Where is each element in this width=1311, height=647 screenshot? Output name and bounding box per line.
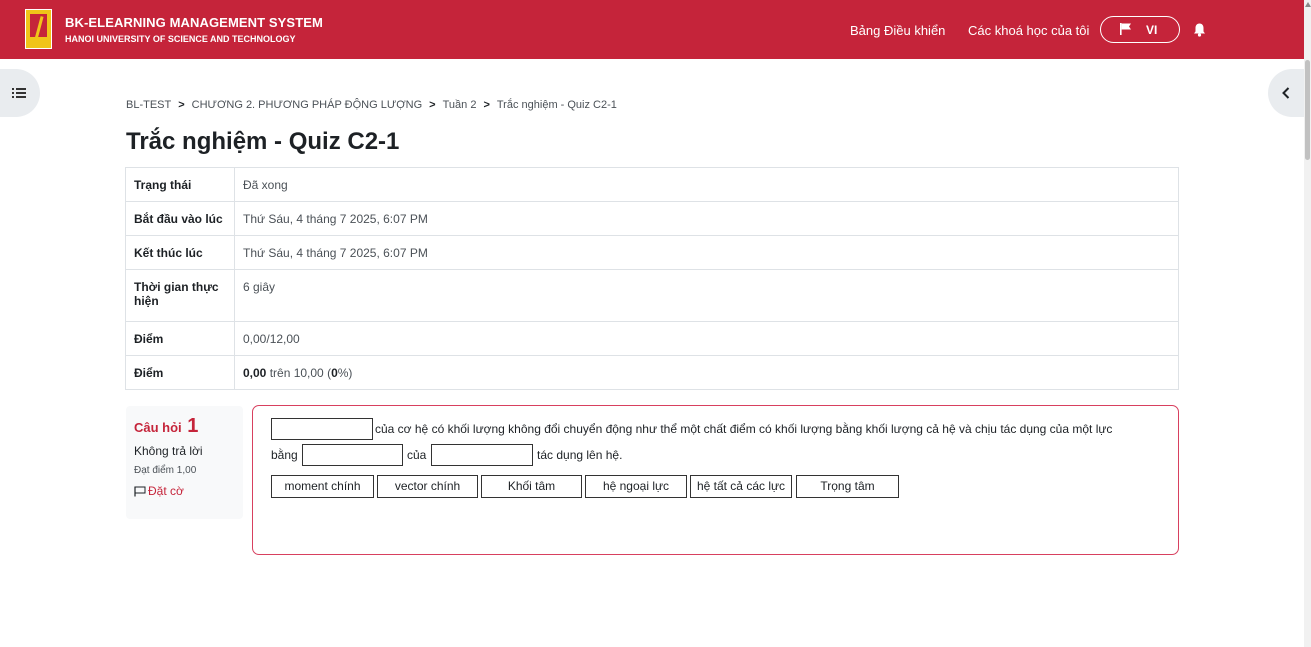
question-content: của cơ hệ có khối lượng không đổi chuyển…: [252, 405, 1179, 555]
table-row: Bắt đầu vào lúc Thứ Sáu, 4 tháng 7 2025,…: [125, 201, 1179, 236]
summary-label: Thời gian thực hiện: [125, 269, 235, 322]
summary-value: 0,00/12,00: [234, 321, 1179, 356]
summary-label: Trạng thái: [125, 167, 235, 202]
summary-value: Thứ Sáu, 4 tháng 7 2025, 6:07 PM: [234, 201, 1179, 236]
grade-out-of: trên 10,00 (: [266, 366, 332, 380]
drag-choice-he-tat-ca-cac-luc[interactable]: hệ tất cả các lực: [690, 475, 792, 498]
breadcrumb-separator: >: [178, 99, 185, 111]
question-text-part3: của: [407, 448, 427, 462]
flag-outline-icon: [134, 486, 146, 496]
question-text-part4: tác dụng lên hệ.: [537, 448, 623, 462]
flag-icon: [1120, 23, 1131, 35]
drag-choice-he-ngoai-luc[interactable]: hệ ngoại lực: [585, 475, 687, 498]
top-navbar: BK-ELEARNING MANAGEMENT SYSTEM HANOI UNI…: [0, 0, 1304, 59]
question-info-panel: Câu hỏi 1 Không trả lời Đạt điểm 1,00 Đặ…: [126, 406, 243, 519]
question-state: Không trả lời: [134, 444, 203, 458]
breadcrumb: BL-TEST > CHƯƠNG 2. PHƯƠNG PHÁP ĐỘNG LƯỢ…: [126, 99, 617, 111]
table-row: Điểm 0,00/12,00: [125, 321, 1179, 356]
drag-choice-khoi-tam[interactable]: Khối tâm: [481, 475, 582, 498]
grade-percent: 0: [331, 366, 338, 380]
summary-label: Bắt đầu vào lúc: [125, 201, 235, 236]
chevron-left-icon: [1282, 87, 1290, 99]
breadcrumb-section[interactable]: CHƯƠNG 2. PHƯƠNG PHÁP ĐỘNG LƯỢNG: [192, 99, 422, 111]
brand-subtitle: HANOI UNIVERSITY OF SCIENCE AND TECHNOLO…: [65, 34, 296, 44]
drag-choice-vector-chinh[interactable]: vector chính: [377, 475, 478, 498]
flag-question-link[interactable]: Đặt cờ: [134, 484, 235, 498]
language-label: VI: [1146, 23, 1158, 37]
summary-value: Đã xong: [234, 167, 1179, 202]
breadcrumb-week[interactable]: Tuần 2: [443, 99, 477, 111]
summary-label: Kết thúc lúc: [125, 235, 235, 270]
table-row: Điểm 0,00 trên 10,00 (0%): [125, 355, 1179, 390]
breadcrumb-course[interactable]: BL-TEST: [126, 99, 171, 111]
course-index-toggle[interactable]: [0, 69, 40, 117]
summary-value: Thứ Sáu, 4 tháng 7 2025, 6:07 PM: [234, 235, 1179, 270]
page-title: Trắc nghiệm - Quiz C2-1: [126, 128, 400, 155]
breadcrumb-separator: >: [429, 99, 436, 111]
breadcrumb-quiz[interactable]: Trắc nghiệm - Quiz C2-1: [497, 99, 617, 111]
drop-zone-1[interactable]: [271, 418, 373, 440]
scroll-up-arrow-icon[interactable]: [1305, 2, 1311, 7]
drop-zone-2[interactable]: [302, 444, 403, 466]
quiz-review-summary-table: Trạng thái Đã xong Bắt đầu vào lúc Thứ S…: [125, 167, 1179, 390]
table-row: Trạng thái Đã xong: [125, 167, 1179, 202]
drag-choice-moment-chinh[interactable]: moment chính: [271, 475, 374, 498]
page-scrollbar[interactable]: [1304, 0, 1311, 647]
language-menu-button[interactable]: VI: [1100, 16, 1180, 43]
flag-label: Đặt cờ: [148, 484, 184, 498]
table-row: Thời gian thực hiện 6 giây: [125, 269, 1179, 322]
brand-title: BK-ELEARNING MANAGEMENT SYSTEM: [65, 15, 323, 30]
grade-percent-suffix: %): [337, 366, 353, 380]
table-row: Kết thúc lúc Thứ Sáu, 4 tháng 7 2025, 6:…: [125, 235, 1179, 270]
question-grade: Đạt điểm 1,00: [134, 465, 197, 476]
question-text-part2: bằng: [271, 448, 298, 462]
summary-grade-value: 0,00 trên 10,00 (0%): [234, 355, 1179, 390]
scrollbar-thumb[interactable]: [1305, 60, 1310, 160]
question-text-part1: của cơ hệ có khối lượng không đổi chuyển…: [375, 422, 1113, 436]
question-label: Câu hỏi: [134, 420, 182, 435]
nav-dashboard-link[interactable]: Bảng Điều khiển: [850, 23, 945, 38]
school-logo[interactable]: [25, 9, 52, 49]
question-number-value: 1: [187, 415, 199, 437]
summary-label: Điểm: [125, 321, 235, 356]
summary-label: Điểm: [125, 355, 235, 390]
notification-bell-icon[interactable]: [1193, 23, 1206, 37]
breadcrumb-separator: >: [483, 99, 490, 111]
grade-score: 0,00: [243, 366, 267, 380]
question-number: Câu hỏi 1: [134, 415, 235, 438]
drag-choice-trong-tam[interactable]: Trọng tâm: [796, 475, 899, 498]
drop-zone-3[interactable]: [431, 444, 533, 466]
block-drawer-toggle[interactable]: [1268, 69, 1304, 117]
nav-my-courses-link[interactable]: Các khoá học của tôi: [968, 23, 1089, 38]
summary-value: 6 giây: [234, 269, 1179, 322]
list-icon: [12, 88, 26, 98]
